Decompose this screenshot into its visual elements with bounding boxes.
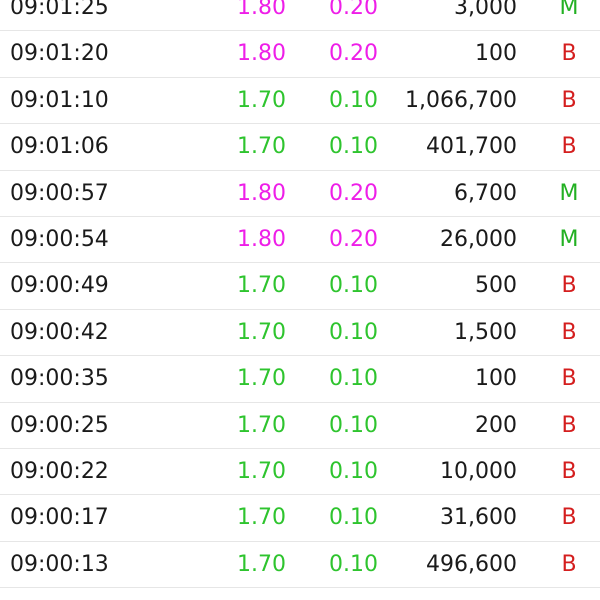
trade-change: 0.20 xyxy=(329,226,378,252)
trade-price: 1.80 xyxy=(237,0,286,20)
trade-price: 1.70 xyxy=(237,458,286,484)
trade-change: 0.20 xyxy=(329,0,378,20)
trade-price: 1.70 xyxy=(237,551,286,577)
trade-price: 1.80 xyxy=(237,41,286,67)
trade-time: 09:01:10 xyxy=(10,87,109,113)
trade-price: 1.70 xyxy=(237,412,286,438)
trade-volume: 496,600 xyxy=(426,551,517,577)
trade-row[interactable]: 09:00:49 1.70 0.10 500 B xyxy=(0,263,600,310)
trade-volume: 3,000 xyxy=(454,0,517,20)
trade-time: 09:00:17 xyxy=(10,505,109,531)
trade-time: 09:00:57 xyxy=(10,180,109,206)
trade-change: 0.10 xyxy=(329,412,378,438)
trade-change: 0.10 xyxy=(329,134,378,160)
trade-volume: 1,500 xyxy=(454,319,517,345)
trade-time: 09:00:54 xyxy=(10,226,109,252)
trade-price: 1.70 xyxy=(237,505,286,531)
trade-side: M xyxy=(559,226,579,252)
trade-volume: 100 xyxy=(475,41,517,67)
trade-row[interactable]: 09:00:17 1.70 0.10 31,600 B xyxy=(0,495,600,542)
trade-side: B xyxy=(561,551,577,577)
trade-change: 0.10 xyxy=(329,366,378,392)
trade-change: 0.10 xyxy=(329,273,378,299)
trade-change: 0.10 xyxy=(329,458,378,484)
trade-volume: 31,600 xyxy=(440,505,517,531)
trade-change: 0.10 xyxy=(329,505,378,531)
trade-side: M xyxy=(559,0,579,20)
trade-side: B xyxy=(561,87,577,113)
trade-side: B xyxy=(561,412,577,438)
trade-price: 1.70 xyxy=(237,134,286,160)
trade-row[interactable]: 09:00:25 1.70 0.10 200 B xyxy=(0,403,600,449)
trade-side: B xyxy=(561,134,577,160)
trade-change: 0.10 xyxy=(329,319,378,345)
trade-row[interactable]: 09:01:20 1.80 0.20 100 B xyxy=(0,31,600,78)
trade-row[interactable]: 09:00:35 1.70 0.10 100 B xyxy=(0,356,600,403)
trade-price: 1.70 xyxy=(237,366,286,392)
trade-time: 09:01:25 xyxy=(10,0,109,20)
trade-list[interactable]: 09:01:25 1.80 0.20 3,000 M 09:01:20 1.80 0.20 10… xyxy=(0,0,600,589)
trade-volume: 1,066,700 xyxy=(405,87,517,113)
trade-side: B xyxy=(561,505,577,531)
trade-row[interactable]: 09:00:54 1.80 0.20 26,000 M xyxy=(0,217,600,264)
trade-change: 0.20 xyxy=(329,41,378,67)
trade-side: B xyxy=(561,366,577,392)
trade-volume: 100 xyxy=(475,366,517,392)
trade-volume: 500 xyxy=(475,273,517,299)
trade-price: 1.70 xyxy=(237,87,286,113)
trade-row[interactable]: 09:00:13 1.70 0.10 496,600 B xyxy=(0,542,600,589)
trade-price: 1.70 xyxy=(237,319,286,345)
trade-time: 09:00:13 xyxy=(10,551,109,577)
trade-volume: 401,700 xyxy=(426,134,517,160)
trade-change: 0.10 xyxy=(329,551,378,577)
trade-side: B xyxy=(561,41,577,67)
trade-time: 09:00:22 xyxy=(10,458,109,484)
trade-row[interactable]: 09:01:25 1.80 0.20 3,000 M xyxy=(0,0,600,32)
trade-side: M xyxy=(559,180,579,206)
trade-side: B xyxy=(561,319,577,345)
trade-time: 09:00:25 xyxy=(10,412,109,438)
trade-row[interactable]: 09:00:57 1.80 0.20 6,700 M xyxy=(0,171,600,217)
trade-change: 0.10 xyxy=(329,87,378,113)
trade-time: 09:01:20 xyxy=(10,41,109,67)
trade-row[interactable]: 09:01:06 1.70 0.10 401,700 B xyxy=(0,124,600,171)
trade-side: B xyxy=(561,273,577,299)
trade-volume: 10,000 xyxy=(440,458,517,484)
trade-price: 1.80 xyxy=(237,180,286,206)
trade-volume: 200 xyxy=(475,412,517,438)
trade-row[interactable]: 09:00:22 1.70 0.10 10,000 B xyxy=(0,449,600,496)
trade-side: B xyxy=(561,458,577,484)
trade-volume: 6,700 xyxy=(454,180,517,206)
trade-time: 09:00:42 xyxy=(10,319,109,345)
trade-time: 09:00:35 xyxy=(10,366,109,392)
trade-price: 1.80 xyxy=(237,226,286,252)
trade-change: 0.20 xyxy=(329,180,378,206)
trade-volume: 26,000 xyxy=(440,226,517,252)
trade-row[interactable]: 09:00:42 1.70 0.10 1,500 B xyxy=(0,310,600,357)
trade-time: 09:01:06 xyxy=(10,134,109,160)
trade-row[interactable]: 09:01:10 1.70 0.10 1,066,700 B xyxy=(0,78,600,125)
trade-price: 1.70 xyxy=(237,273,286,299)
trade-time: 09:00:49 xyxy=(10,273,109,299)
